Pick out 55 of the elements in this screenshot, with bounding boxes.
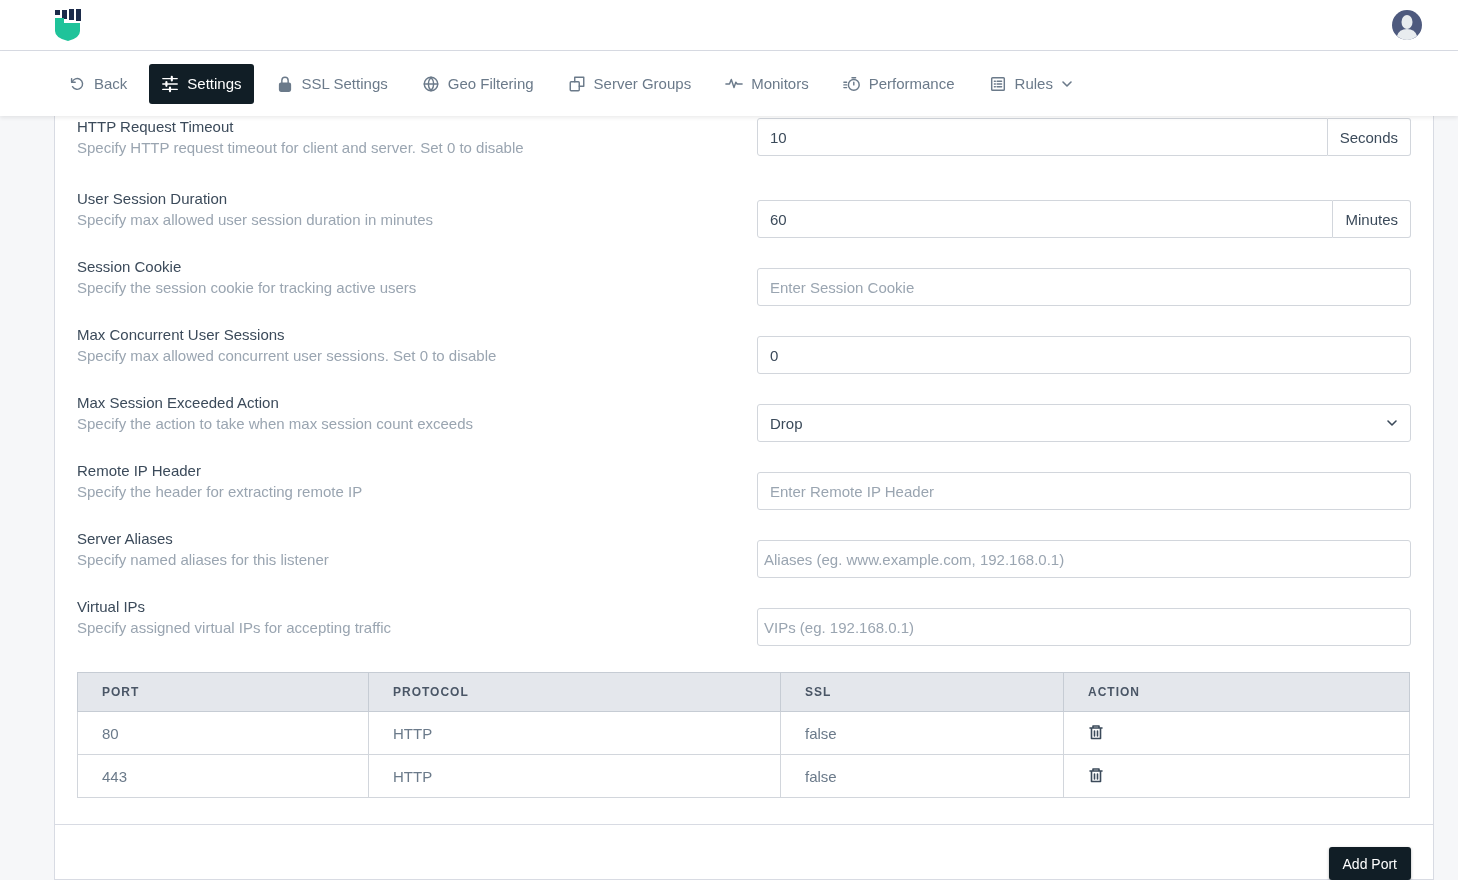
nav-tab[interactable]: SSL Settings (263, 63, 400, 104)
setting-description: Specify the session cookie for tracking active users (77, 279, 417, 296)
copy-icon (567, 74, 586, 93)
column-header: SSL (780, 672, 1064, 712)
table-cell: HTTP (368, 754, 781, 798)
nav-tab[interactable]: Performance (830, 63, 967, 104)
globe-icon (421, 74, 440, 93)
avatar-icon[interactable] (1392, 10, 1422, 40)
list-icon (988, 74, 1007, 93)
sliders-icon (161, 74, 180, 93)
input-field[interactable]: 10 (757, 118, 1328, 156)
nav-tab[interactable]: Monitors (713, 63, 821, 104)
setting-label: Session Cookie (77, 258, 183, 275)
input-field[interactable]: 0 (757, 336, 1411, 374)
add-port-button[interactable]: Add Port (1328, 847, 1411, 880)
setting-label: Server Aliases (77, 530, 174, 547)
setting-description: Specify named aliases for this listener (77, 551, 329, 568)
column-header: PROTOCOL (368, 672, 781, 712)
table-cell: false (780, 711, 1064, 755)
table-cell: HTTP (368, 711, 781, 755)
select-field[interactable]: Drop (757, 404, 1411, 442)
setting-label: User Session Duration (77, 190, 229, 207)
setting-label: Remote IP Header (77, 462, 202, 479)
table-cell: 80 (77, 711, 369, 755)
nav-tab[interactable]: Geo Filtering (409, 63, 546, 104)
input-field[interactable]: Enter Remote IP Header (757, 472, 1411, 510)
column-header: ACTION (1063, 672, 1410, 712)
tags-input-field[interactable]: VIPs (eg. 192.168.0.1) (757, 608, 1411, 646)
column-header: PORT (77, 672, 369, 712)
stopwatch-icon (842, 74, 861, 93)
setting-description: Specify the header for extracting remote IP (77, 483, 363, 500)
setting-label: Max Session Exceeded Action (77, 394, 280, 411)
trash-icon[interactable] (1088, 766, 1104, 783)
setting-description: Specify max allowed user session duration in minutes (77, 211, 433, 228)
table-cell: false (780, 754, 1064, 798)
tags-input-field[interactable]: Aliases (eg. www.example.com, 192.168.0.1) (757, 540, 1411, 578)
setting-description: Specify HTTP request timeout for client and server. Set 0 to disable (77, 139, 524, 156)
setting-description: Specify the action to take when max session count exceeds (77, 415, 474, 432)
setting-label: Max Concurrent User Sessions (77, 326, 286, 343)
table-cell: 443 (77, 754, 369, 798)
setting-description: Specify max allowed concurrent user sessions. Set 0 to disable (77, 347, 497, 364)
trash-icon[interactable] (1088, 723, 1104, 740)
nav-tab[interactable]: Server Groups (555, 63, 704, 104)
nav-tab[interactable]: Rules (976, 63, 1085, 104)
logo-icon (54, 9, 82, 41)
chevron-down-icon (1386, 417, 1398, 429)
setting-label: HTTP Request Timeout (77, 118, 235, 135)
setting-description: Specify assigned virtual IPs for accepting traffic (77, 619, 392, 636)
input-field[interactable]: 60 (757, 200, 1334, 238)
unit-label: Minutes (1333, 200, 1411, 238)
unit-label: Seconds (1327, 118, 1411, 156)
nav-tab[interactable]: Back (56, 63, 140, 104)
input-field[interactable]: Enter Session Cookie (757, 268, 1411, 306)
nav-tab[interactable]: Settings (149, 63, 254, 104)
setting-label: Virtual IPs (77, 598, 147, 615)
